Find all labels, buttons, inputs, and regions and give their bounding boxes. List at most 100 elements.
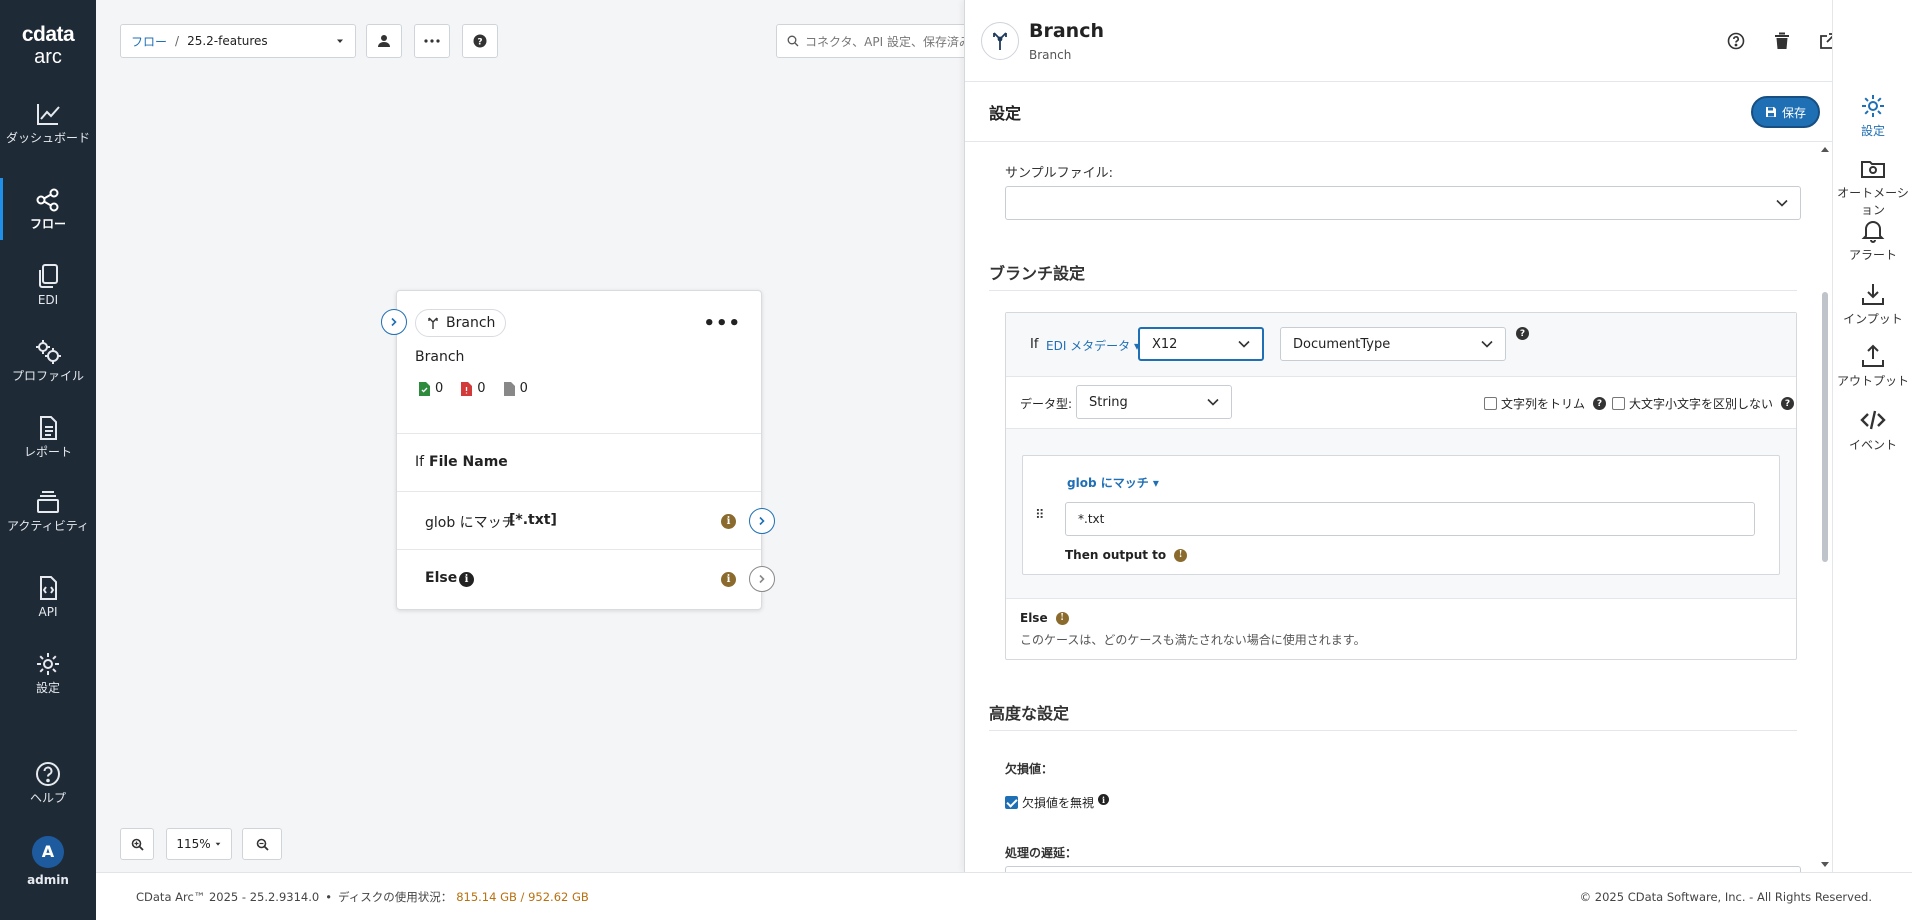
search-input[interactable]: コネクタ、API 設定、保存済み <box>805 33 971 50</box>
chevron-right-icon <box>759 516 765 526</box>
caret-down-icon <box>337 39 343 43</box>
nav-item-dashboard[interactable]: ダッシュボード <box>0 100 96 145</box>
user-icon <box>378 35 390 47</box>
case-insensitive-option[interactable]: 大文字小文字を区別しない ? <box>1612 395 1795 412</box>
breadcrumb-separator: / <box>175 34 180 48</box>
delete-button[interactable] <box>1771 30 1793 52</box>
documents-icon <box>39 264 58 288</box>
question-icon[interactable]: ? <box>1781 397 1795 410</box>
node-badge-label: Branch <box>446 315 496 331</box>
flow-canvas[interactable]: フロー / 25.2-features ? コネクタ、API 設定、保存済み B… <box>96 0 976 872</box>
info-icon: ! <box>1055 611 1069 625</box>
branch-icon <box>981 22 1019 60</box>
more-button[interactable] <box>414 24 450 58</box>
question-circle-icon: ? <box>473 34 487 48</box>
nav-item-settings[interactable]: 設定 <box>0 650 96 695</box>
datatype-select[interactable]: String <box>1076 385 1232 419</box>
gears-icon <box>36 340 61 364</box>
search-icon <box>787 35 799 47</box>
zoom-out-button[interactable] <box>242 828 282 860</box>
zoom-in-icon <box>131 838 144 851</box>
disk-usage: 815.14 GB / 952.62 GB <box>456 889 589 904</box>
standard-select[interactable]: X12 <box>1138 327 1264 361</box>
error-count[interactable]: 0 <box>461 381 486 396</box>
if-field: File Name <box>429 454 508 470</box>
scrollbar-thumb[interactable] <box>1822 292 1828 562</box>
node-else-row[interactable]: Else i i <box>397 549 775 609</box>
breadcrumb[interactable]: フロー / 25.2-features <box>120 24 356 58</box>
save-label: 保存 <box>1782 105 1807 120</box>
nav-item-api[interactable]: API <box>0 574 96 619</box>
trim-option[interactable]: 文字列をトリム ? <box>1484 395 1607 412</box>
nav-label: レポート <box>23 445 72 459</box>
code-icon <box>1860 410 1886 430</box>
nav-label: ダッシュボード <box>5 131 90 145</box>
upload-icon <box>1862 344 1884 367</box>
tab-settings[interactable]: 設定 <box>1833 92 1912 139</box>
tab-automation[interactable]: オートメーション <box>1833 154 1912 218</box>
breadcrumb-root[interactable]: フロー <box>131 33 167 50</box>
pending-count[interactable]: 0 <box>503 381 528 396</box>
tab-alerts[interactable]: アラート <box>1833 216 1912 263</box>
users-button[interactable] <box>366 24 402 58</box>
rule-condition-row: If EDI メタデータ ▾ X12 DocumentType ? <box>1006 313 1796 377</box>
zoom-level-select[interactable]: 115% <box>166 828 232 860</box>
nav-item-report[interactable]: レポート <box>0 414 96 459</box>
else-output-port[interactable] <box>749 566 775 592</box>
case-insensitive-checkbox[interactable] <box>1612 397 1625 410</box>
zoom-out-icon <box>256 838 269 851</box>
file-check-icon <box>419 381 430 396</box>
nav-item-profile[interactable]: プロファイル <box>0 338 96 383</box>
nav-item-help[interactable]: ヘルプ <box>0 760 96 805</box>
delay-label: 処理の遅延： <box>1005 846 1078 860</box>
trim-checkbox[interactable] <box>1484 397 1497 410</box>
panel-scrollbar[interactable] <box>1821 146 1829 872</box>
disk-label: ディスクの使用状況： <box>338 889 453 904</box>
search-box[interactable]: コネクタ、API 設定、保存済み <box>776 24 976 58</box>
match-dropdown[interactable]: glob にマッチ ▾ <box>1067 474 1159 491</box>
question-icon[interactable]: ? <box>1516 327 1529 340</box>
tab-events[interactable]: イベント <box>1833 406 1912 453</box>
nav-item-flow[interactable]: フロー <box>0 178 96 240</box>
node-case-row[interactable]: glob にマッチ [*.txt] i <box>397 491 775 549</box>
datatype-label: データ型: <box>1020 397 1073 411</box>
panel-tab-rail: 設定 オートメーション アラート インプット アウトプット イベント <box>1832 0 1912 872</box>
source-dropdown[interactable]: EDI メタデータ ▾ <box>1046 337 1140 354</box>
branch-node[interactable]: Branch ••• Branch 0 0 0 If File Name glo… <box>381 290 775 610</box>
zoom-in-button[interactable] <box>120 828 154 860</box>
logo-text-top: cdata <box>21 23 75 46</box>
ignore-missing-checkbox[interactable] <box>1005 796 1018 809</box>
branch-settings-heading: ブランチ設定 <box>989 264 1086 283</box>
success-count[interactable]: 0 <box>419 381 443 396</box>
user-name: admin <box>27 873 69 887</box>
datatype-row: データ型: String 文字列をトリム ? 大文字小文字を区別しない ? <box>1006 377 1796 429</box>
chevron-right-icon <box>759 574 765 584</box>
app-logo[interactable]: cdata arc <box>0 23 96 69</box>
tab-output[interactable]: アウトプット <box>1833 342 1912 389</box>
match-value-input[interactable]: *.txt <box>1065 502 1755 536</box>
sample-file-select[interactable] <box>1005 186 1801 220</box>
tab-input[interactable]: インプット <box>1833 280 1912 327</box>
ignore-missing-option[interactable]: 欠損値を無視 i <box>1005 794 1110 811</box>
drag-handle[interactable]: ⠿ <box>1035 508 1045 523</box>
field-select[interactable]: DocumentType <box>1280 327 1506 361</box>
zoom-level: 115% <box>176 837 211 851</box>
nav-item-user[interactable]: A admin <box>0 836 96 887</box>
node-input-port[interactable] <box>381 309 407 335</box>
flow-icon <box>36 188 59 212</box>
info-icon: i <box>721 572 736 587</box>
info-icon: ! <box>1174 548 1188 562</box>
chevron-down-icon <box>1776 199 1788 207</box>
nav-item-edi[interactable]: EDI <box>0 262 96 307</box>
node-menu-button[interactable]: ••• <box>703 313 741 334</box>
ellipsis-icon <box>424 39 440 43</box>
question-icon[interactable]: ? <box>1593 397 1607 410</box>
save-button[interactable]: 保存 <box>1751 96 1821 128</box>
help-button[interactable] <box>1725 30 1747 52</box>
nav-label: フロー <box>29 217 66 231</box>
help-icon <box>36 762 60 786</box>
nav-item-activity[interactable]: アクティビティ <box>0 488 96 533</box>
help-button[interactable]: ? <box>462 24 498 58</box>
case-output-port[interactable] <box>749 508 775 534</box>
chevron-down-icon <box>1238 340 1250 348</box>
